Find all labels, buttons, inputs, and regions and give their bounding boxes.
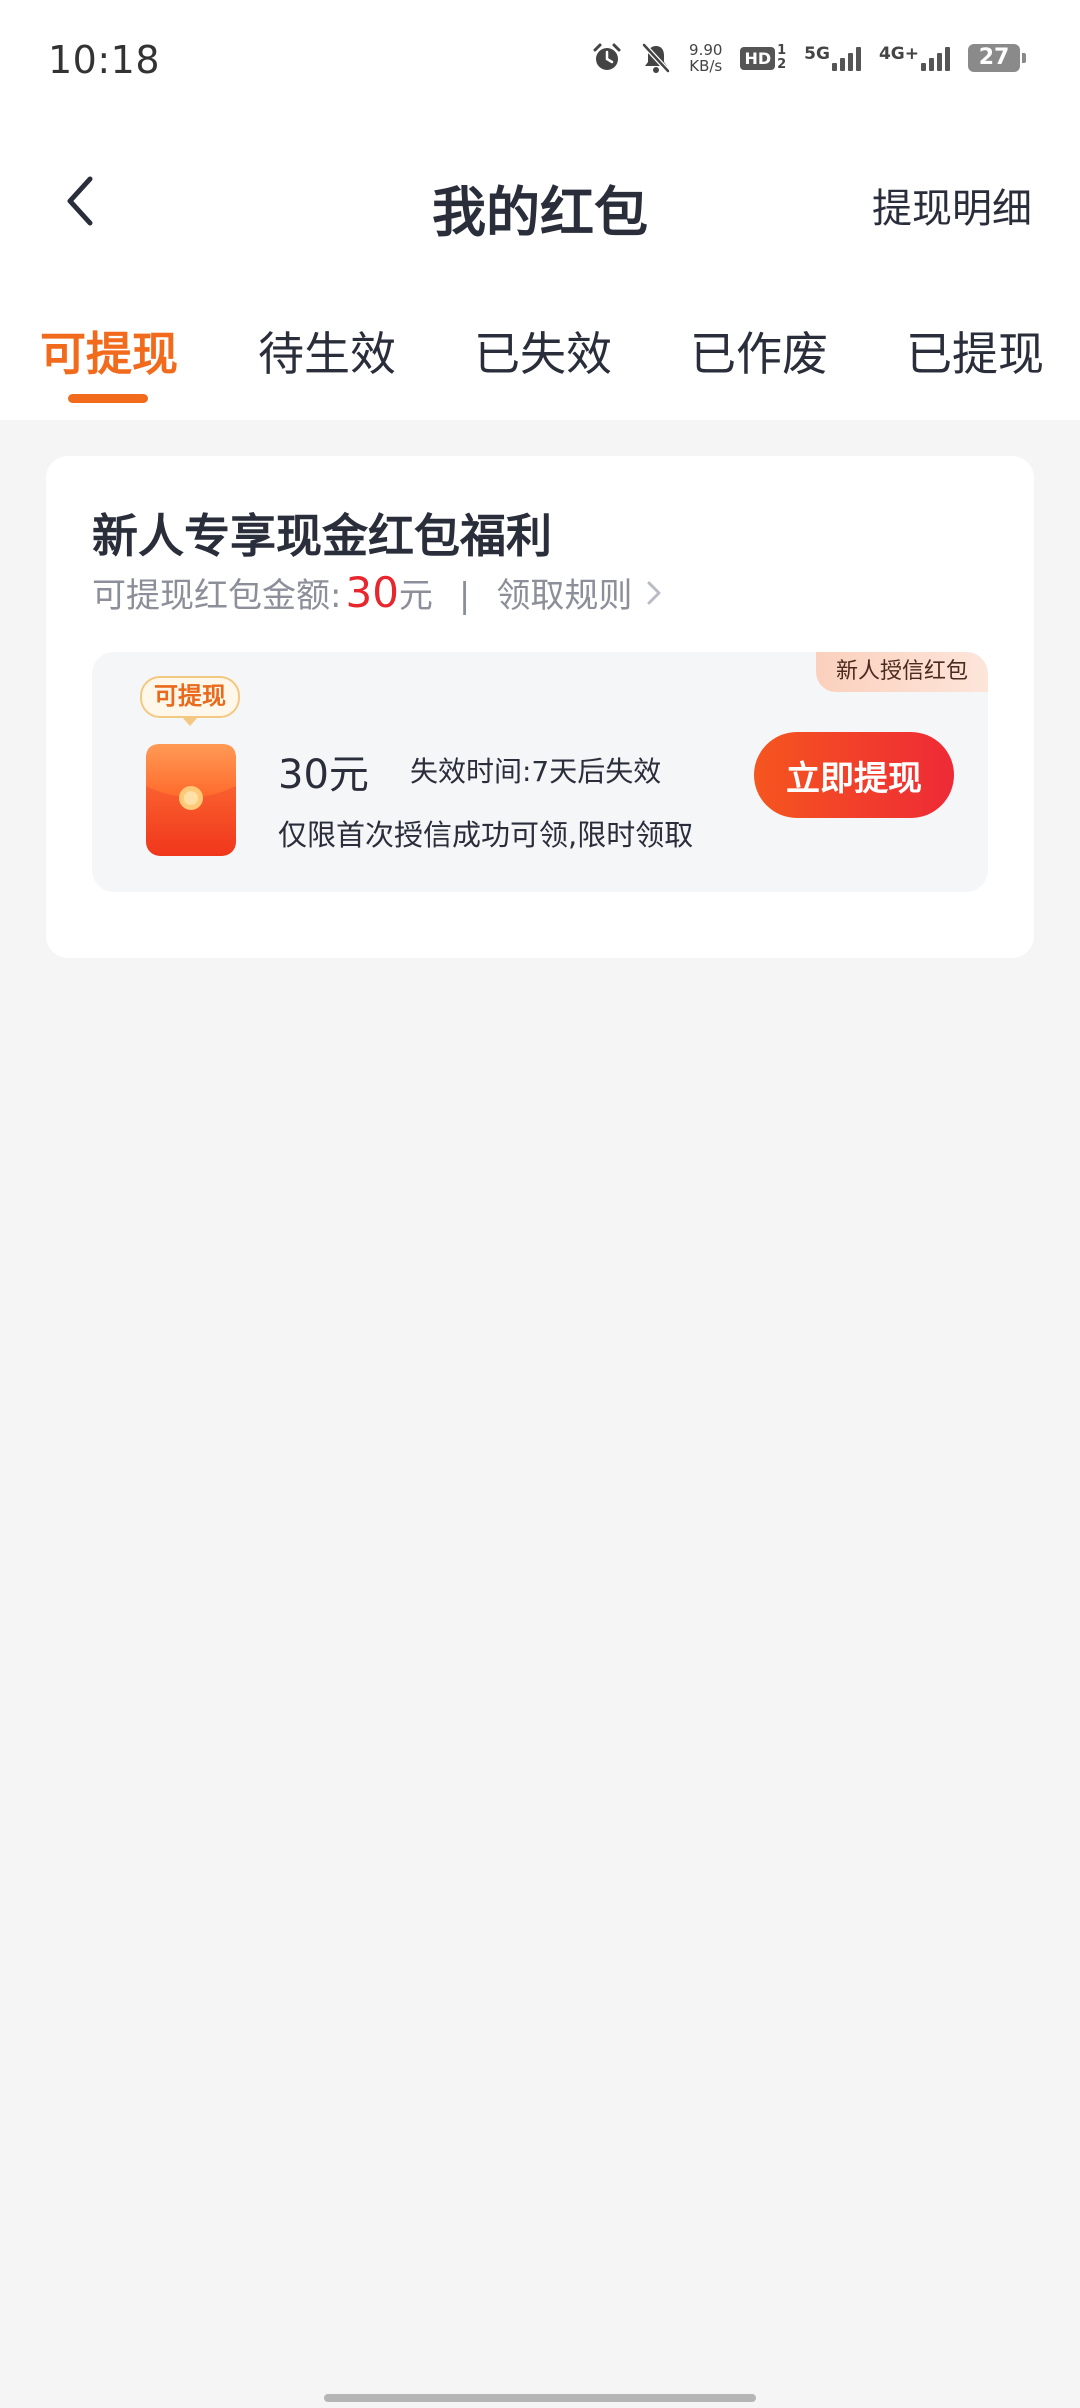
separator: |: [458, 576, 471, 616]
sim2-signal: 4G+: [879, 45, 950, 71]
amount-label: 可提现红包金额:: [92, 576, 342, 616]
net-speed-unit: KB/s: [689, 57, 723, 75]
net-speed: 9.90 KB/s: [689, 42, 722, 74]
sim2-label: 4G+: [878, 44, 919, 64]
amount-unit: 元: [398, 576, 433, 616]
mute-bell-icon: [641, 42, 671, 74]
red-envelope-icon: [144, 742, 238, 858]
coupon-item: 新人授信红包 可提现 30元 失效时间:7天后失效 仅限首次授信成功可领,限时领…: [92, 652, 988, 892]
tab-bar: 可提现 待生效 已失效 已作废 已提现: [0, 318, 1080, 418]
amount-row: 可提现红包金额: 30 元 | 领取规则: [92, 568, 662, 617]
rules-link[interactable]: 领取规则: [496, 568, 662, 617]
coupon-expiry: 失效时间:7天后失效: [410, 755, 662, 788]
coupon-description: 仅限首次授信成功可领,限时领取: [278, 818, 694, 852]
hd-sub-bottom: 2: [777, 57, 787, 72]
signal-icon: [921, 45, 950, 71]
amount-value: 30: [345, 568, 399, 617]
card-title: 新人专享现金红包福利: [92, 509, 552, 563]
hd-label: HD: [740, 46, 776, 70]
red-packet-card: 新人专享现金红包福利 可提现红包金额: 30 元 | 领取规则 新人授信红包 可…: [46, 456, 1034, 958]
tab-withdrawable[interactable]: 可提现: [40, 318, 178, 384]
net-speed-value: 9.90: [689, 41, 723, 59]
status-time: 10:18: [48, 38, 161, 82]
rules-label: 领取规则: [496, 576, 633, 616]
battery-icon: 27: [968, 44, 1026, 72]
nav-header: 我的红包 提现明细: [0, 150, 1080, 250]
signal-icon: [831, 45, 861, 71]
status-icons: 9.90 KB/s HD 1 2 5G 4G+ 27: [591, 42, 1026, 74]
active-tab-indicator: [68, 394, 148, 403]
corner-tag: 新人授信红包: [816, 652, 988, 692]
withdraw-details-link[interactable]: 提现明细: [872, 176, 1032, 234]
hd-badge: HD 1 2: [740, 44, 786, 72]
alarm-icon: [591, 42, 623, 74]
sim1-signal: 5G: [804, 45, 861, 71]
withdraw-now-button[interactable]: 立即提现: [754, 732, 954, 818]
coupon-amount: 30元: [278, 752, 369, 798]
sim1-label: 5G: [804, 44, 830, 64]
home-indicator[interactable]: [324, 2394, 756, 2402]
status-bar: 10:18 9.90 KB/s HD 1 2 5G 4G+ 27: [0, 0, 1080, 120]
tab-voided[interactable]: 已作废: [690, 318, 828, 384]
tab-pending[interactable]: 待生效: [258, 318, 396, 384]
status-chip: 可提现: [140, 676, 240, 726]
tab-withdrawn[interactable]: 已提现: [906, 318, 1044, 384]
chevron-right-icon: [647, 581, 661, 604]
tab-expired[interactable]: 已失效: [474, 318, 612, 384]
hd-sub-top: 1: [777, 43, 787, 58]
